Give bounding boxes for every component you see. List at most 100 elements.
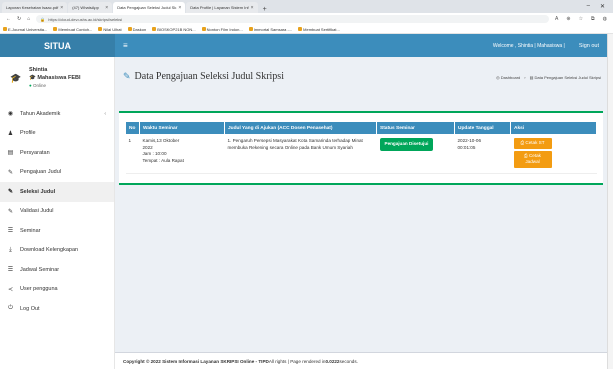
status-badge: Pengajuan Disetujui <box>379 138 434 151</box>
bookmark-icon <box>98 27 103 32</box>
sidebar-item-label: User pengguna <box>20 286 58 293</box>
address-bar: ← ↻ ⌂ 🔒 https://cloud-dev.ushs.ac.id/skr… <box>0 13 613 25</box>
sign-out-link[interactable]: Sign out <box>579 43 599 49</box>
sidebar-item-label: Pengajuan Judul <box>20 169 61 176</box>
sidebar-item-label: Jadwal Seminar <box>20 266 60 273</box>
bookmarks-bar: E-Journal Universita... Membuat Contoh...… <box>0 25 613 34</box>
browser-tab-label: Data Profile | Layanan Sistem Inf <box>190 5 249 10</box>
breadcrumb-separator: › <box>524 75 526 80</box>
sidebar-item-profile[interactable]: ♟ Profile <box>0 124 114 144</box>
reload-icon[interactable]: ↻ <box>17 16 21 22</box>
cell-update: 2022-10-06 00:01:05 <box>454 134 511 174</box>
home-icon[interactable]: ⌂ <box>27 16 30 22</box>
cetak-jadwal-button[interactable]: ⎙ Cetak Jadwal <box>513 150 552 168</box>
close-tab-icon[interactable]: × <box>105 5 108 11</box>
bookmark-icon <box>3 27 7 32</box>
share-icon: ≺ <box>7 286 14 293</box>
edit-icon: ✎ <box>123 71 131 81</box>
cell-waktu: Kamis,13 Oktober 2022 Jam : 10:00 Tempat… <box>139 134 225 174</box>
data-box: No Waktu Seminar Judul Yang di Ajukan (A… <box>119 111 603 185</box>
sidebar-item-seleksi-judul[interactable]: ✎ Seleksi Judul <box>0 182 114 202</box>
col-header-judul: Judul Yang di Ajukan (ACC Dosen Penaseha… <box>224 121 377 135</box>
minimize-icon[interactable]: – <box>587 3 590 10</box>
main-content: ✎ Data Pengajuan Seleksi Judul Skripsi ◎… <box>115 57 607 369</box>
browser-tab[interactable]: (47) WhatsApp × <box>68 2 113 13</box>
footer: Copyright © 2022 Sistem Informasi Layana… <box>115 352 607 369</box>
sidebar-item-label: Log Out <box>20 305 40 312</box>
bookmark-item[interactable]: Membuat Contoh... <box>53 27 92 32</box>
user-icon: ♟ <box>7 130 14 137</box>
app-logo[interactable]: SITUA <box>0 34 115 57</box>
user-role: 🎓 Mahasiswa FEBI <box>29 75 81 81</box>
close-window-icon[interactable]: ✕ <box>600 3 605 10</box>
sidebar-item-jadwal-seminar[interactable]: ☰ Jadwal Seminar <box>0 260 114 280</box>
zoom-icon[interactable]: ⊕ <box>566 16 570 22</box>
bookmark-item[interactable]: E-Journal Universita... <box>3 27 47 32</box>
sidebar-toggle-icon[interactable]: ≡ <box>123 41 128 50</box>
sidebar-item-tahun-akademik[interactable]: ◉ Tahun Akademik ‹ <box>0 104 114 124</box>
table-row: 1 Kamis,13 Oktober 2022 Jam : 10:00 Temp… <box>125 134 597 174</box>
edit-icon: ✎ <box>7 189 14 196</box>
browser-toolbar: A ⊕ ☆ ⧉ ◍ <box>555 16 607 22</box>
bookmark-item[interactable]: Nilai Ulhat <box>98 27 122 32</box>
sidebar-item-label: Download Kelengkapan <box>20 247 79 254</box>
user-panel: 🎓 Shintia 🎓 Mahasiswa FEBI ● Online <box>0 57 114 104</box>
cell-judul: 1. Pengaruh Persepsi Masyarakat Kota Sam… <box>224 134 377 174</box>
sidebar-item-validasi-judul[interactable]: ✎ Validasi Judul <box>0 202 114 222</box>
bookmark-icon <box>248 27 253 32</box>
browser-tab[interactable]: Laporan Kesehatan Isaac.pdf × <box>2 2 68 13</box>
collections-icon[interactable]: ⧉ <box>591 16 595 22</box>
cetak-st-button[interactable]: ⎙ Cetak ST <box>513 138 552 149</box>
page-header: ✎ Data Pengajuan Seleksi Judul Skripsi <box>123 71 284 82</box>
edit-icon: ✎ <box>7 208 14 215</box>
browser-tab[interactable]: Data Pengajuan Seleksi Judul Sk × <box>113 2 186 13</box>
sidebar-item-seminar[interactable]: ☰ Seminar <box>0 221 114 241</box>
breadcrumb-home[interactable]: ◎ Dashboard <box>496 75 520 80</box>
page-title: Data Pengajuan Seleksi Judul Skripsi <box>134 71 284 82</box>
user-name: Shintia <box>29 67 48 73</box>
file-icon: ▤ <box>7 150 14 157</box>
browser-tab-label: Laporan Kesehatan Isaac.pdf <box>6 5 59 10</box>
close-tab-icon[interactable]: × <box>178 5 181 11</box>
favorite-icon[interactable]: ☆ <box>579 16 583 22</box>
sidebar-item-log-out[interactable]: ⏻ Log Out <box>0 299 114 319</box>
sidebar-item-download-kelengkapan[interactable]: ⤓ Download Kelengkapan <box>0 241 114 261</box>
col-header-no: No <box>125 121 140 135</box>
sidebar-item-pengajuan-judul[interactable]: ✎ Pengajuan Judul <box>0 163 114 183</box>
back-icon[interactable]: ← <box>6 16 11 22</box>
sidebar-item-label: Profile <box>20 130 36 137</box>
gauge-icon: ◉ <box>7 111 14 118</box>
profile-icon[interactable]: ◍ <box>603 16 607 22</box>
seleksi-table: No Waktu Seminar Judul Yang di Ajukan (A… <box>125 121 597 174</box>
chevron-left-icon: ‹ <box>104 110 106 117</box>
sidebar: 🎓 Shintia 🎓 Mahasiswa FEBI ● Online ◉ Tah… <box>0 57 115 369</box>
bookmark-item[interactable]: Immortal Samsara -... <box>248 27 292 32</box>
avatar: 🎓 <box>10 73 22 83</box>
browser-tab[interactable]: Data Profile | Layanan Sistem Inf × <box>186 2 258 13</box>
sidebar-item-label: Persyaratan <box>20 149 50 156</box>
new-tab-button[interactable]: + <box>259 6 271 13</box>
sidebar-item-user-pengguna[interactable]: ≺ User pengguna <box>0 280 114 300</box>
browser-tab-strip: Laporan Kesehatan Isaac.pdf × (47) WhatsAp… <box>0 0 613 13</box>
bookmark-item[interactable]: Nonton Film Indon... <box>201 27 243 32</box>
sidebar-item-persyaratan[interactable]: ▤ Persyaratan <box>0 143 114 163</box>
bookmark-icon <box>53 27 58 32</box>
breadcrumb: ◎ Dashboard › ▤ Data Pengajuan Seleksi J… <box>496 75 601 80</box>
bookmark-item[interactable]: Daskon <box>127 27 146 32</box>
cell-no: 1 <box>125 134 140 174</box>
sidebar-item-label: Validasi Judul <box>20 208 54 215</box>
close-tab-icon[interactable]: × <box>251 5 254 11</box>
read-aloud-icon[interactable]: A <box>555 16 558 22</box>
close-tab-icon[interactable]: × <box>60 5 63 11</box>
sidebar-item-label: Seminar <box>20 227 41 234</box>
bookmark-icon <box>152 27 157 32</box>
bookmark-icon <box>201 27 206 32</box>
col-header-aksi: Aksi <box>510 121 597 135</box>
bookmark-item[interactable]: Membuat Sertifikat... <box>298 27 340 32</box>
breadcrumb-current: ▤ Data Pengajuan Seleksi Judul Skripsi <box>529 75 601 80</box>
online-status: ● Online <box>29 83 46 88</box>
bookmark-item[interactable]: BIOSKOP21B NON... <box>152 27 196 32</box>
sidebar-item-label: Seleksi Judul <box>20 188 56 195</box>
url-input[interactable]: 🔒 https://cloud-dev.ushs.ac.id/skripsi/s… <box>36 15 550 23</box>
right-scrollbar[interactable] <box>607 34 613 369</box>
